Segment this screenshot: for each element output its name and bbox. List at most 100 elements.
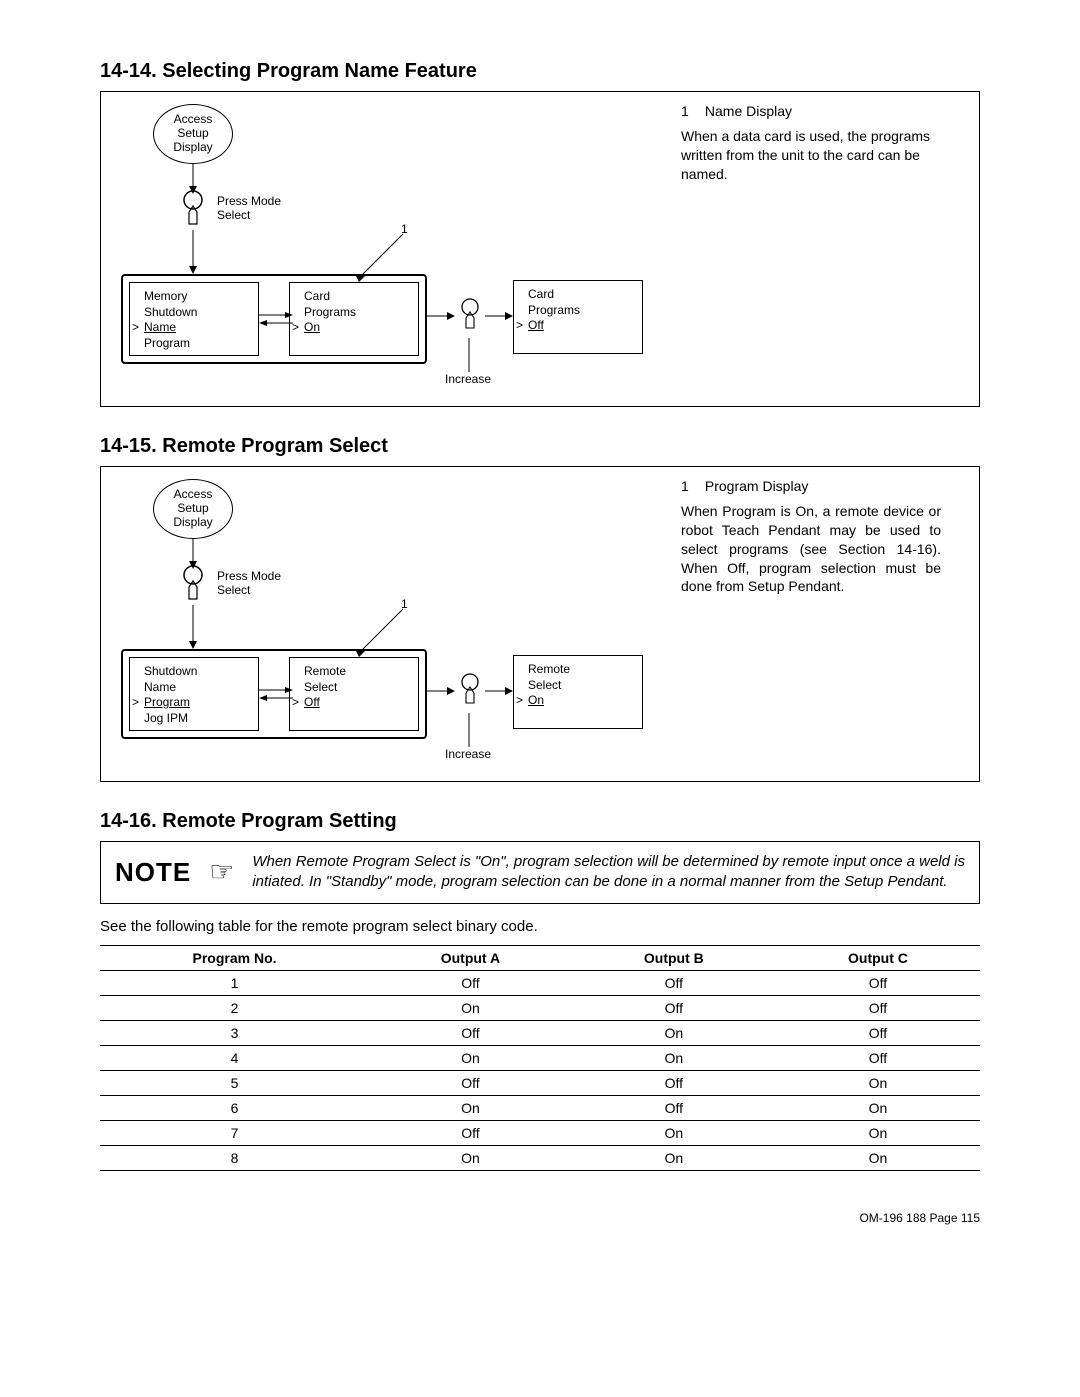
menu-box-3: Card Programs Off [513,280,643,354]
arrow-line-icon [465,338,473,372]
table-cell: Off [369,1120,572,1145]
page-footer: OM-196 188 Page 115 [100,1211,980,1225]
table-row: 2OnOffOff [100,995,980,1020]
table-cell: Off [776,970,980,995]
table-cell: On [776,1095,980,1120]
press-mode-label-l2: Select [217,208,250,222]
table-cell: 7 [100,1120,369,1145]
table-cell: On [776,1120,980,1145]
flow-area-1: Access Setup Display Press Mode Select [113,104,673,394]
table-row: 5OffOffOn [100,1070,980,1095]
table-cell: On [572,1020,776,1045]
menu-row: Programs [514,303,642,319]
table-cell: On [369,995,572,1020]
arrow-right-icon [259,312,293,326]
section-14-15-title: 14-15. Remote Program Select [100,435,980,458]
sidenote-2: 1 Program Display When Program is On, a … [681,477,941,596]
table-row: 6OnOffOn [100,1095,980,1120]
note-box: NOTE ☞ When Remote Program Select is "On… [100,841,980,904]
table-cell: 8 [100,1145,369,1170]
menu-row-selected: Off [290,695,418,711]
press-icon [455,673,485,709]
sidenote-num: 1 [681,102,701,121]
table-row: 1OffOffOff [100,970,980,995]
increase-label: Increase [445,747,491,761]
press-mode-label-l1: Press Mode [217,194,281,208]
table-cell: Off [776,1020,980,1045]
table-cell: Off [776,1045,980,1070]
press-mode-label-l1: Press Mode [217,569,281,583]
arrow-right-icon [485,687,513,695]
menu-row: Programs [290,305,418,321]
oval-line: Setup [154,127,232,141]
table-cell: On [369,1045,572,1070]
figure-14-14: Access Setup Display Press Mode Select [100,91,980,407]
table-lead-text: See the following table for the remote p… [100,918,980,935]
oval-line: Setup [154,502,232,516]
table-cell: On [572,1120,776,1145]
menu-box-1: Shutdown Name Program Jog IPM [129,657,259,731]
table-cell: On [572,1145,776,1170]
arrow-right-icon [259,687,293,701]
table-cell: Off [369,970,572,995]
menu-box-3: Remote Select On [513,655,643,729]
table-cell: Off [572,1070,776,1095]
sidenote-num: 1 [681,477,701,496]
sidenote-1: 1 Name Display When a data card is used,… [681,102,941,184]
menu-row-selected: Name [130,320,258,336]
menu-row-selected: On [290,320,418,336]
table-row: 8OnOnOn [100,1145,980,1170]
table-row: 3OffOnOff [100,1020,980,1045]
menu-row: Program [130,336,258,352]
callout-arrow-icon [353,607,413,657]
access-setup-oval: Access Setup Display [153,479,233,539]
hand-pointer-icon: ☞ [209,858,234,886]
table-cell: Off [572,995,776,1020]
table-cell: Off [369,1070,572,1095]
table-header: Program No. [100,945,369,970]
press-mode-label: Press Mode Select [217,194,281,223]
arrow-down-icon [189,605,197,649]
binary-code-table: Program No. Output A Output B Output C 1… [100,945,980,1171]
menu-row-selected: Program [130,695,258,711]
press-mode-icon [175,190,211,230]
increase-label: Increase [445,372,491,386]
menu-row-selected: Off [514,318,642,334]
table-header: Output B [572,945,776,970]
table-cell: 1 [100,970,369,995]
menu-box-2: Remote Select Off [289,657,419,731]
sidenote-title: Name Display [705,103,792,119]
menu-row: Select [290,680,418,696]
table-cell: 2 [100,995,369,1020]
arrow-right-icon [485,312,513,320]
table-cell: On [776,1145,980,1170]
table-cell: Off [572,970,776,995]
access-setup-oval: Access Setup Display [153,104,233,164]
callout-arrow-icon [353,232,413,282]
menu-row: Shutdown [130,305,258,321]
sidenote-title: Program Display [705,478,808,494]
oval-line: Display [154,141,232,155]
arrow-down-icon [189,230,197,274]
figure-14-15: Access Setup Display Press Mode Select [100,466,980,782]
flow-area-2: Access Setup Display Press Mode Select [113,479,673,769]
section-14-14-title: 14-14. Selecting Program Name Feature [100,60,980,83]
table-row: 4OnOnOff [100,1045,980,1070]
table-cell: 4 [100,1045,369,1070]
table-cell: 5 [100,1070,369,1095]
menu-row: Shutdown [130,664,258,680]
press-icon [455,298,485,334]
menu-row: Remote [290,664,418,680]
table-cell: On [369,1145,572,1170]
sidenote-head: 1 Program Display [681,477,941,496]
table-header: Output C [776,945,980,970]
menu-row-selected: On [514,693,642,709]
oval-line: Display [154,516,232,530]
sidenote-body: When a data card is used, the programs w… [681,127,941,184]
arrow-right-icon [427,312,455,320]
arrow-right-icon [427,687,455,695]
oval-line: Access [154,113,232,127]
menu-row: Remote [514,662,642,678]
note-text: When Remote Program Select is "On", prog… [252,852,965,893]
page: 14-14. Selecting Program Name Feature Ac… [0,0,1080,1265]
